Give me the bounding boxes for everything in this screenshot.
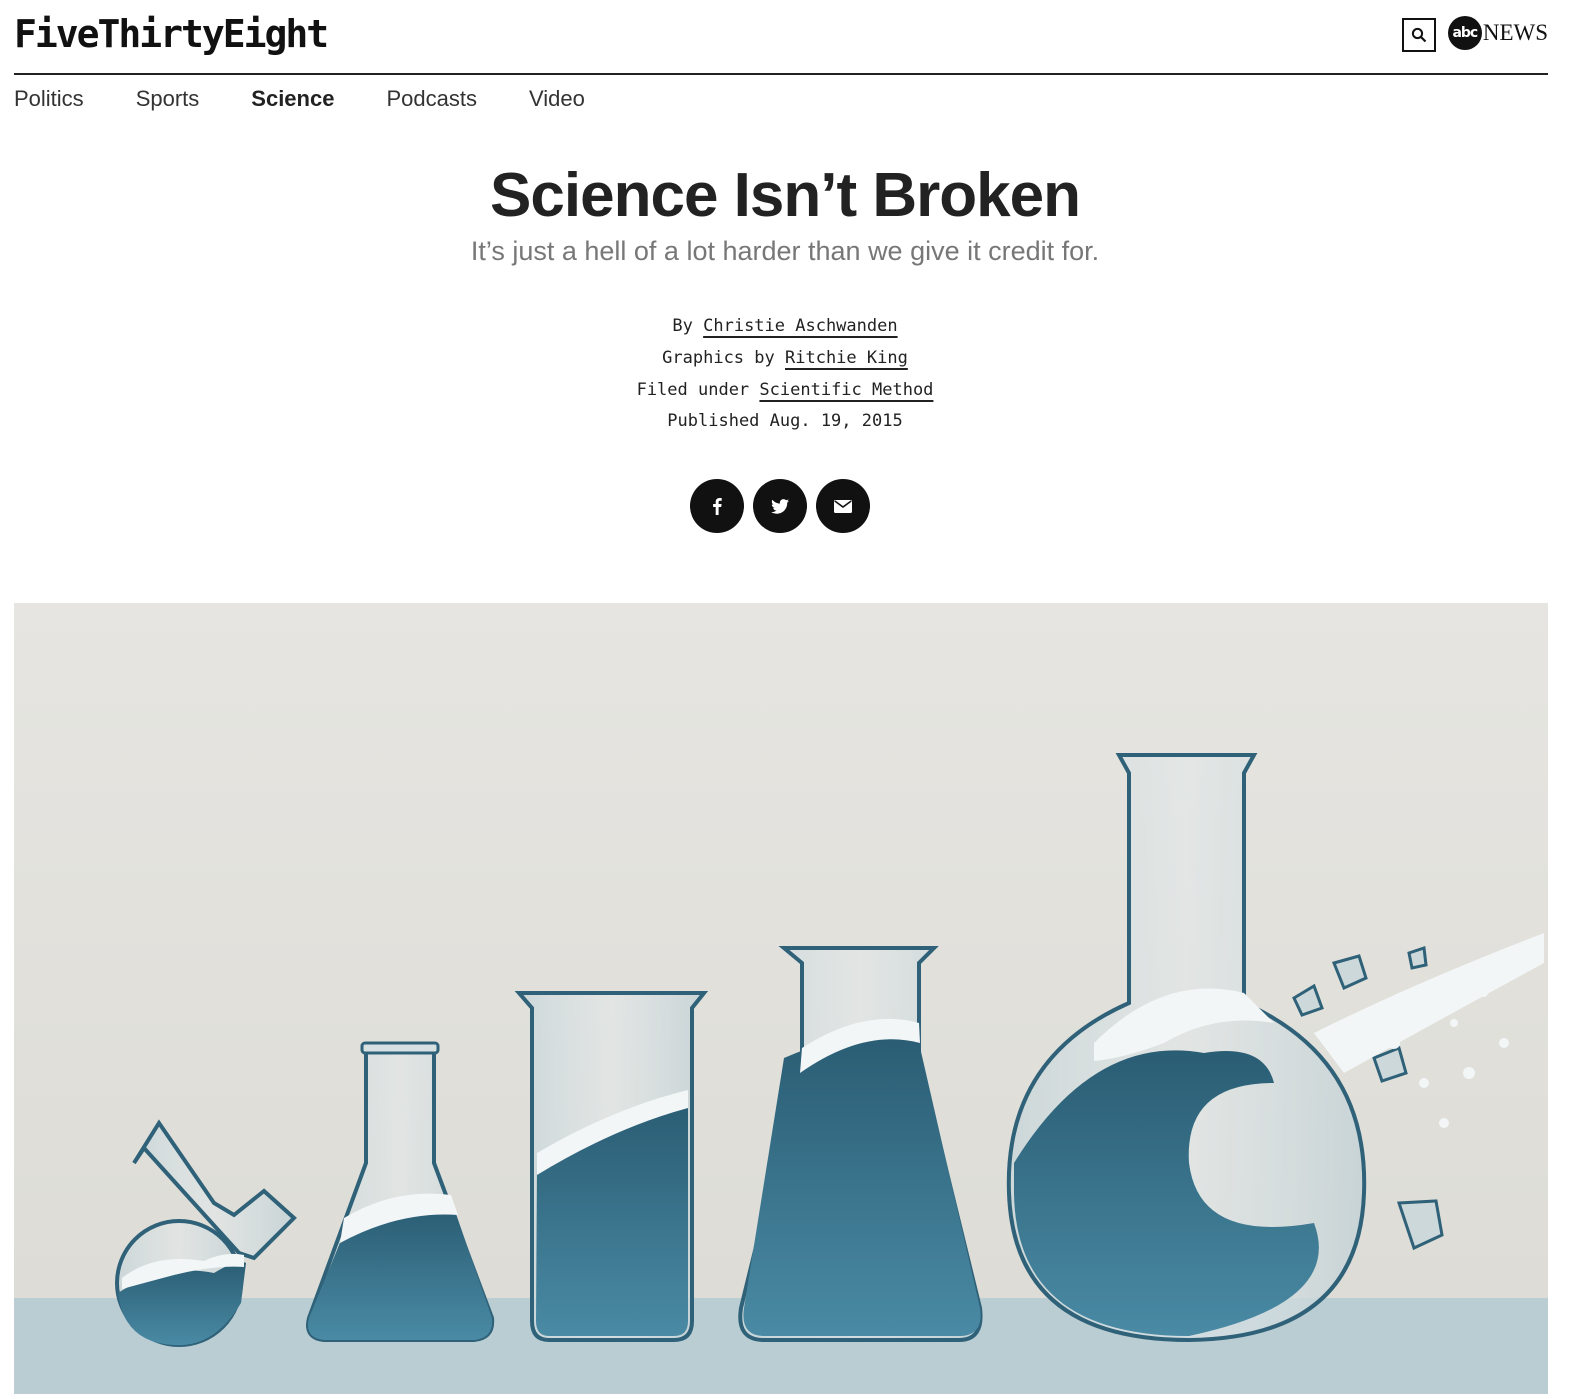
author-link[interactable]: Christie Aschwanden (703, 316, 897, 336)
search-button[interactable] (1402, 18, 1436, 52)
topic-link[interactable]: Scientific Method (759, 380, 933, 400)
nav-podcasts[interactable]: Podcasts (386, 86, 477, 112)
graphics-prefix: Graphics by (662, 348, 775, 368)
filed-prefix: Filed under (636, 380, 750, 400)
site-logo[interactable]: FiveThirtyEight (14, 12, 329, 56)
nav-politics[interactable]: Politics (14, 86, 84, 112)
nav-video[interactable]: Video (529, 86, 585, 112)
twitter-icon (771, 498, 789, 514)
abc-news-logo[interactable]: abc NEWS (1447, 16, 1548, 50)
email-share-button[interactable] (816, 479, 870, 533)
share-buttons (690, 479, 879, 533)
hero-illustration (14, 603, 1548, 1394)
search-icon (1411, 27, 1427, 43)
section-nav: Politics Sports Science Podcasts Video (14, 86, 637, 112)
glassware-illustration (14, 603, 1548, 1394)
byline: By Christie Aschwanden (0, 316, 1570, 336)
nav-science[interactable]: Science (251, 86, 334, 112)
publish-date: Published Aug. 19, 2015 (667, 411, 903, 431)
facebook-icon (713, 498, 722, 515)
site-header: FiveThirtyEight abc NEWS (14, 0, 1548, 75)
nav-sports[interactable]: Sports (136, 86, 200, 112)
byline-prefix: By (672, 316, 693, 336)
article-dek: It’s just a hell of a lot harder than we… (470, 236, 1100, 266)
facebook-share-button[interactable] (690, 479, 744, 533)
article-title: Science Isn’t Broken (490, 161, 1081, 230)
email-icon (834, 499, 852, 513)
graphics-credit: Graphics by Ritchie King (0, 348, 1570, 368)
beaker (514, 991, 709, 1342)
filed-under: Filed under Scientific Method (0, 380, 1570, 400)
abc-news-text: NEWS (1482, 20, 1548, 45)
twitter-share-button[interactable] (753, 479, 807, 533)
abc-badge: abc (1447, 16, 1482, 50)
graphics-author-link[interactable]: Ritchie King (785, 348, 908, 368)
